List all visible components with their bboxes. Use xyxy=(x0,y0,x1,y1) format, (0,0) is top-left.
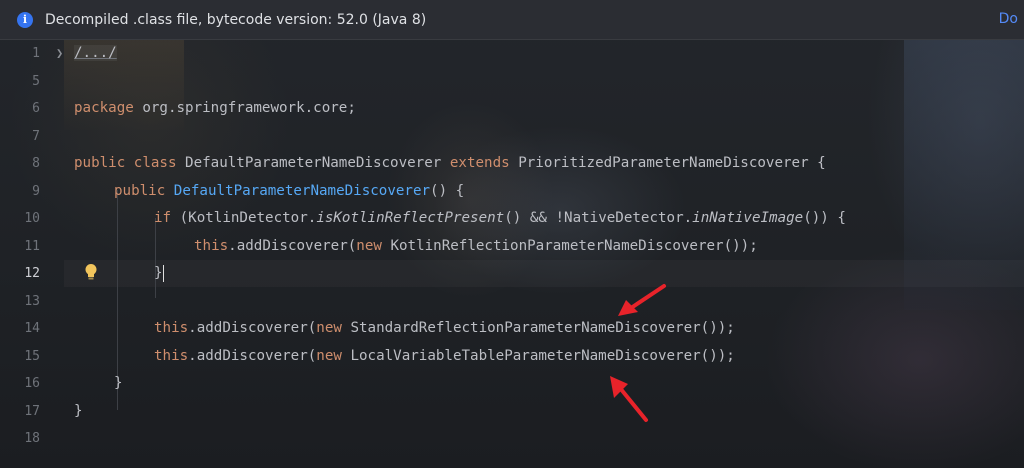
text-caret xyxy=(162,264,165,282)
code-line-9: public DefaultParameterNameDiscoverer() … xyxy=(114,178,464,206)
line-number-gutter: 1 5 6 7 8 9 10 11 12 13 14 15 16 17 18 ❯ xyxy=(0,40,64,468)
line-number: 1 xyxy=(32,46,40,61)
code-text: .addDiscoverer( xyxy=(188,320,317,336)
keyword: this xyxy=(154,347,189,364)
line-number: 9 xyxy=(32,183,40,199)
keyword: this xyxy=(194,237,229,254)
line-number: 16 xyxy=(24,376,40,391)
line-number: 11 xyxy=(24,238,40,254)
code-text: (KotlinDetector. xyxy=(171,210,317,226)
code-line-11: this.addDiscoverer(new KotlinReflectionP… xyxy=(194,233,758,261)
code-line-8: public class DefaultParameterNameDiscove… xyxy=(74,150,826,178)
code-line-15: this.addDiscoverer(new LocalVariableTabl… xyxy=(154,343,735,371)
line-number: 13 xyxy=(24,293,40,309)
current-line-highlight xyxy=(64,260,1024,287)
line-number: 10 xyxy=(24,211,40,226)
code-line-6: package org.springframework.core; xyxy=(74,95,356,123)
line-number: 14 xyxy=(24,321,40,336)
code-text: () && !NativeDetector. xyxy=(504,210,693,226)
code-text: KotlinReflectionParameterNameDiscoverer(… xyxy=(381,237,758,254)
keyword: package xyxy=(74,100,134,116)
line-number: 7 xyxy=(32,128,40,144)
keyword: public xyxy=(74,155,126,171)
keyword: extends xyxy=(449,155,510,171)
line-number: 8 xyxy=(32,156,40,171)
lightbulb-icon[interactable] xyxy=(84,263,98,285)
code-text: ()) { xyxy=(803,210,846,226)
code-line-1: /.../ xyxy=(74,40,117,68)
fold-toggle-icon[interactable]: ❯ xyxy=(56,46,63,60)
line-number: 17 xyxy=(24,403,40,419)
keyword: public xyxy=(114,182,166,199)
folded-imports[interactable]: /.../ xyxy=(74,45,117,61)
code-text: } xyxy=(74,402,83,419)
code-text: StandardReflectionParameterNameDiscovere… xyxy=(341,320,735,336)
info-icon: i xyxy=(17,11,33,28)
code-text: } xyxy=(154,265,163,281)
class-name: DefaultParameterNameDiscoverer xyxy=(176,155,450,171)
constructor-name: DefaultParameterNameDiscoverer xyxy=(173,182,431,199)
static-method: inNativeImage xyxy=(692,210,804,226)
keyword: this xyxy=(154,320,189,336)
keyword: class xyxy=(133,155,177,171)
static-method: isKotlinReflectPresent xyxy=(316,210,505,226)
notice-text: Decompiled .class file, bytecode version… xyxy=(45,11,427,28)
keyword: new xyxy=(316,320,342,336)
code-line-10: if (KotlinDetector.isKotlinReflectPresen… xyxy=(154,205,846,233)
annotation-arrow-icon xyxy=(618,284,666,316)
code-line-16: } xyxy=(114,370,123,398)
keyword: new xyxy=(356,237,382,254)
code-text: } xyxy=(114,375,123,391)
line-number: 15 xyxy=(24,348,40,364)
code-text: .addDiscoverer( xyxy=(188,347,317,364)
code-text: .addDiscoverer( xyxy=(228,237,357,254)
line-number: 18 xyxy=(24,431,40,446)
decompiled-notice-bar: i Decompiled .class file, bytecode versi… xyxy=(0,0,1024,40)
keyword: new xyxy=(316,347,342,364)
line-number-active: 12 xyxy=(24,266,40,281)
code-text: LocalVariableTableParameterNameDiscovere… xyxy=(341,347,735,364)
code-text: PrioritizedParameterNameDiscoverer { xyxy=(509,155,826,171)
keyword: if xyxy=(154,210,172,226)
download-sources-link[interactable]: Do xyxy=(999,11,1018,27)
annotation-arrow-icon xyxy=(610,376,648,422)
code-text: () { xyxy=(430,182,465,199)
line-number: 6 xyxy=(32,101,40,116)
code-editor[interactable]: 1 5 6 7 8 9 10 11 12 13 14 15 16 17 18 ❯… xyxy=(0,40,1024,468)
code-text: org.springframework.core; xyxy=(133,100,356,116)
code-line-17: } xyxy=(74,398,83,426)
code-line-12: } xyxy=(154,260,165,288)
line-number: 5 xyxy=(32,73,40,89)
